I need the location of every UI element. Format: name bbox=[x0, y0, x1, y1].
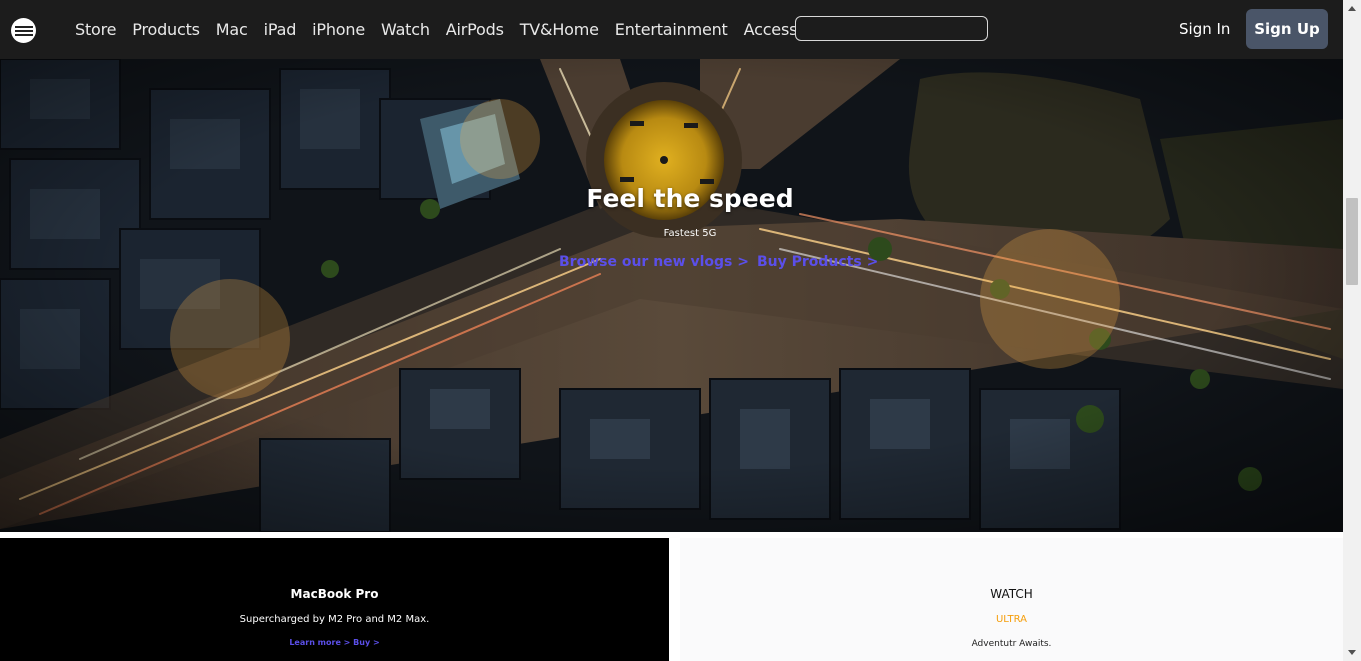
brand-logo-icon[interactable] bbox=[11, 18, 36, 43]
nav-link-airpods[interactable]: AirPods bbox=[446, 20, 504, 39]
watch-ultra-card: WATCH ULTRA Adventutr Awaits. bbox=[680, 538, 1343, 661]
scroll-down-arrow-icon[interactable] bbox=[1343, 644, 1361, 661]
buy-products-link[interactable]: Buy Products > bbox=[757, 254, 878, 270]
nav-links: Store Products Mac iPad iPhone Watch Air… bbox=[75, 0, 851, 59]
hero-links: Browse our new vlogs > Buy Products > bbox=[559, 254, 878, 270]
top-nav: Store Products Mac iPad iPhone Watch Air… bbox=[0, 0, 1343, 59]
nav-link-products[interactable]: Products bbox=[132, 20, 200, 39]
sign-up-button[interactable]: Sign Up bbox=[1246, 9, 1328, 49]
hero-title: Feel the speed bbox=[586, 184, 794, 213]
search-input[interactable] bbox=[795, 16, 988, 41]
nav-link-iphone[interactable]: iPhone bbox=[312, 20, 365, 39]
macbook-learn-more-link[interactable]: Learn more > bbox=[289, 638, 350, 647]
macbook-pro-card: MacBook Pro Supercharged by M2 Pro and M… bbox=[0, 538, 669, 661]
page-scrollbar[interactable] bbox=[1343, 0, 1361, 661]
nav-link-tv-home[interactable]: TV&Home bbox=[520, 20, 599, 39]
browse-vlogs-link[interactable]: Browse our new vlogs > bbox=[559, 254, 749, 270]
hero-banner: Feel the speed Fastest 5G Browse our new… bbox=[0, 59, 1343, 532]
watch-subtitle: ULTRA bbox=[995, 614, 1027, 625]
scroll-up-arrow-icon[interactable] bbox=[1343, 0, 1361, 17]
macbook-buy-link[interactable]: Buy > bbox=[353, 638, 380, 647]
macbook-links: Learn more > Buy > bbox=[0, 638, 669, 647]
nav-link-store[interactable]: Store bbox=[75, 20, 116, 39]
nav-link-mac[interactable]: Mac bbox=[216, 20, 248, 39]
sign-in-link[interactable]: Sign In bbox=[1179, 20, 1230, 38]
city-night-aerial-image bbox=[0, 59, 1343, 532]
macbook-title: MacBook Pro bbox=[290, 587, 379, 601]
hero-subtitle: Fastest 5G bbox=[663, 228, 717, 239]
scrollbar-thumb[interactable] bbox=[1346, 198, 1358, 285]
nav-link-ipad[interactable]: iPad bbox=[264, 20, 297, 39]
watch-title: WATCH bbox=[990, 587, 1033, 601]
macbook-subtitle: Supercharged by M2 Pro and M2 Max. bbox=[239, 614, 430, 625]
nav-link-watch[interactable]: Watch bbox=[381, 20, 430, 39]
nav-link-entertainment[interactable]: Entertainment bbox=[615, 20, 728, 39]
watch-description: Adventutr Awaits. bbox=[971, 639, 1052, 649]
